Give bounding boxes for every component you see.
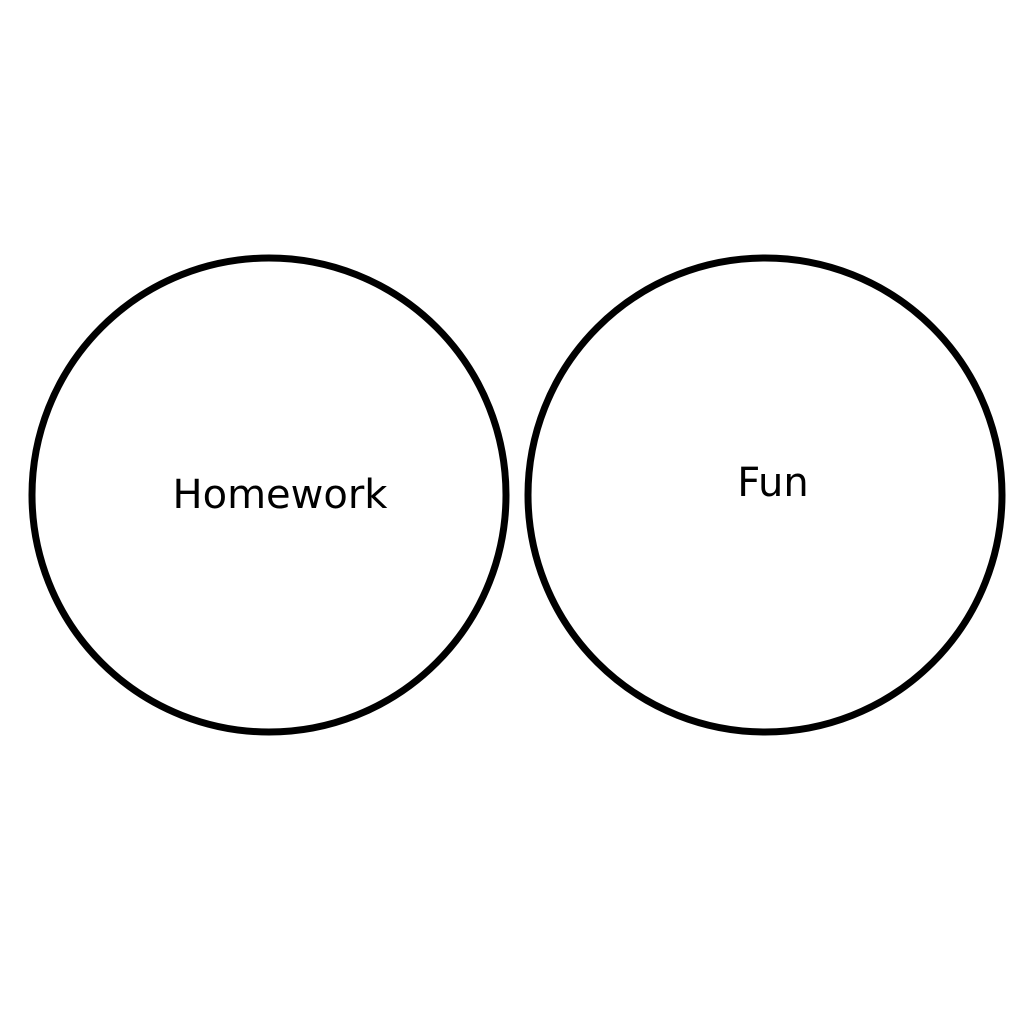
fun-label: Fun [737, 460, 809, 506]
circles-svg [28, 254, 1006, 736]
homework-label: Homework [172, 472, 388, 518]
diagram-canvas: Homework Fun [0, 0, 1024, 1024]
